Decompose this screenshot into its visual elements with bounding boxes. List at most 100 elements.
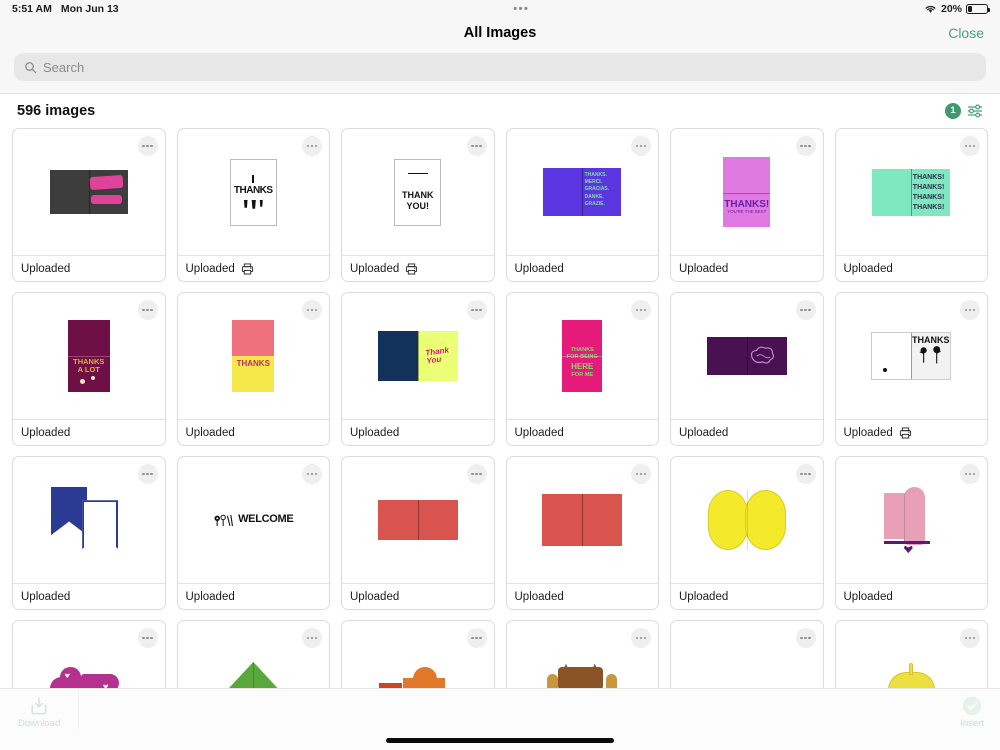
card-footer: Uploaded [13,419,165,445]
image-card[interactable]: THANKS! THANKS! THANKS! THANKS! Uploaded [834,128,988,282]
status-bar-left: 5:51 AM Mon Jun 13 [12,3,119,15]
image-thumbnail[interactable]: THANKS [836,293,988,419]
card-footer: Uploaded [342,255,494,281]
insert-button[interactable]: Insert [944,689,1000,729]
more-options-icon[interactable] [137,300,158,320]
upload-status-label: Uploaded [185,262,235,275]
sliders-filter-icon [967,104,983,117]
image-card[interactable]: Uploaded [670,292,824,446]
more-options-icon[interactable] [631,136,651,156]
close-button[interactable]: Close [948,25,984,41]
image-thumbnail[interactable] [836,621,988,688]
image-card[interactable]: Uploaded [341,620,495,688]
upload-status-label: Uploaded [843,262,893,275]
more-options-icon[interactable] [795,628,816,648]
image-thumbnail[interactable] [13,457,165,583]
home-indicator [386,738,614,743]
image-thumbnail[interactable] [671,457,823,583]
more-options-icon[interactable] [795,136,816,156]
more-options-icon[interactable] [631,628,651,648]
image-card[interactable]: THANKS Uploaded [176,128,330,282]
wifi-icon [925,5,936,13]
search-input[interactable]: Search [14,53,986,81]
more-options-icon[interactable] [960,136,980,156]
card-footer: Uploaded [342,419,494,445]
image-thumbnail[interactable]: WELCOME [178,457,330,583]
image-card[interactable]: Uploaded [341,456,495,610]
image-thumbnail[interactable]: THANKS! YOU'RE THE BEST [671,129,823,255]
image-card[interactable]: THANKS! YOU'RE THE BEST Uploaded [670,128,824,282]
more-options-icon[interactable] [631,464,651,484]
download-label: Download [18,718,61,729]
image-thumbnail[interactable]: THANKS [178,293,330,419]
card-footer: Uploaded [671,583,823,609]
upload-status-label: Uploaded [679,426,729,439]
image-card[interactable]: Uploaded [176,620,330,688]
image-thumbnail[interactable] [342,457,494,583]
image-card[interactable]: THANKS FOR BEING HERE FOR ME Uploaded [505,292,659,446]
card-footer: Uploaded [177,583,329,609]
image-card[interactable]: WELCOME Uploaded [176,456,330,610]
more-options-icon[interactable] [137,464,158,484]
more-options-icon[interactable] [466,464,487,484]
filter-button[interactable]: 1 [945,102,984,119]
image-thumbnail[interactable]: THANKS! THANKS! THANKS! THANKS! [836,129,988,255]
image-thumbnail[interactable] [507,621,659,688]
image-card[interactable]: THANKS Uploaded [176,292,330,446]
more-options-icon[interactable] [960,628,980,648]
upload-status-label: Uploaded [350,426,400,439]
image-thumbnail[interactable]: Thank You [342,293,494,419]
more-options-icon[interactable] [137,136,158,156]
more-options-icon[interactable] [960,300,980,320]
image-card[interactable]: Uploaded [834,456,988,610]
more-options-icon[interactable] [137,628,158,648]
printer-icon [241,263,253,274]
image-card[interactable]: THANKS. MERCI. GRACIAS. DANKE. GRAZIE. Uploa… [505,128,659,282]
image-card[interactable]: THANKS Uploaded [834,292,988,446]
more-options-icon[interactable] [466,136,487,156]
image-card[interactable]: Uploaded [12,128,166,282]
image-card[interactable]: Uploaded [12,456,166,610]
more-options-icon[interactable] [795,464,816,484]
more-options-icon[interactable] [960,464,980,484]
image-thumbnail[interactable] [13,621,165,688]
image-thumbnail[interactable]: THANKS [178,129,330,255]
status-date: Mon Jun 13 [60,3,119,15]
image-card[interactable]: Uploaded [834,620,988,688]
image-thumbnail[interactable]: THANKS A LOT [13,293,165,419]
image-count-label: 596 images [17,102,96,119]
more-options-icon[interactable] [631,300,651,320]
download-button[interactable]: Download [0,689,80,729]
more-options-icon[interactable] [466,300,487,320]
image-card[interactable]: THANK YOU! Uploaded [341,128,495,282]
more-options-icon[interactable] [302,136,322,156]
image-card[interactable]: Thank You Uploaded [341,292,495,446]
more-options-icon[interactable] [302,628,322,648]
image-card[interactable]: Uploaded [12,620,166,688]
image-thumbnail[interactable] [178,621,330,688]
image-card[interactable]: Uploaded [670,456,824,610]
image-grid-scroll-area[interactable]: Uploaded THANKS Uploaded THANK YOU! Uplo… [0,128,1000,688]
image-card[interactable]: THANKS A LOT Uploaded [12,292,166,446]
more-options-icon[interactable] [466,628,487,648]
card-footer: Uploaded [671,255,823,281]
image-thumbnail[interactable]: THANKS. MERCI. GRACIAS. DANKE. GRAZIE. [507,129,659,255]
image-thumbnail[interactable] [671,293,823,419]
image-card[interactable]: Uploaded [505,620,659,688]
card-footer: Uploaded [13,583,165,609]
card-footer: Uploaded [342,583,494,609]
image-thumbnail[interactable]: Congrats [671,621,823,688]
image-thumbnail[interactable] [342,621,494,688]
image-thumbnail[interactable]: THANK YOU! [342,129,494,255]
more-options-icon[interactable] [302,300,322,320]
filter-count-badge: 1 [945,102,961,119]
image-thumbnail[interactable] [836,457,988,583]
image-thumbnail[interactable] [507,457,659,583]
image-thumbnail[interactable]: THANKS FOR BEING HERE FOR ME [507,293,659,419]
card-footer: Uploaded [506,583,658,609]
image-card[interactable]: Uploaded [505,456,659,610]
more-options-icon[interactable] [302,464,322,484]
more-options-icon[interactable] [795,300,816,320]
image-card[interactable]: Congrats Uploaded [670,620,824,688]
image-thumbnail[interactable] [13,129,165,255]
